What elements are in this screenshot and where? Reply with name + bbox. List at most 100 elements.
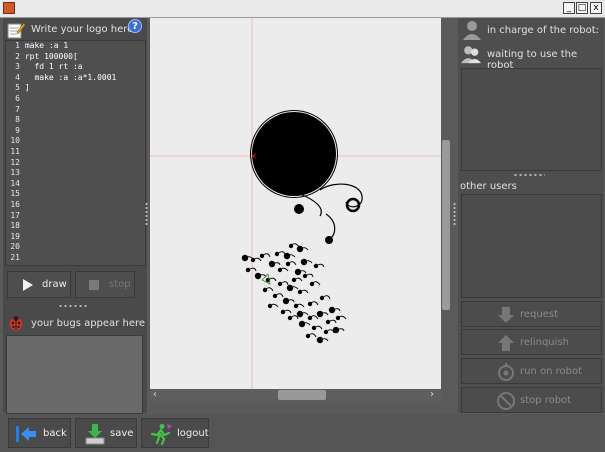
waiting-users-list	[461, 68, 602, 171]
code-line[interactable]: 8	[6, 115, 145, 126]
play-icon	[23, 279, 33, 291]
line-number: 16	[10, 199, 20, 209]
line-number: 4	[15, 72, 20, 82]
bugs-label: your bugs appear here	[31, 318, 146, 329]
line-number: 2	[15, 51, 20, 61]
scroll-left-arrow-icon[interactable]: ‹	[153, 389, 157, 400]
help-icon[interactable]: ?	[128, 19, 142, 33]
line-number: 11	[10, 146, 20, 156]
stop-robot-button[interactable]: stop robot	[461, 387, 602, 413]
users-group-icon	[460, 46, 482, 64]
line-number: 13	[10, 168, 20, 178]
back-button[interactable]: back	[8, 418, 71, 448]
code-line[interactable]: 6	[6, 94, 145, 105]
logout-label: logout	[177, 428, 209, 439]
logout-button[interactable]: logout	[141, 418, 209, 448]
code-line[interactable]: 9	[6, 126, 145, 137]
left-splitter-grip[interactable]	[145, 202, 148, 227]
stop-label: stop	[109, 279, 131, 290]
code-text: make :a 1	[20, 41, 69, 50]
up-arrow-icon	[498, 335, 514, 351]
draw-button[interactable]: draw	[7, 271, 71, 298]
line-number: 5	[15, 83, 20, 93]
minimize-button[interactable]: _	[563, 2, 575, 14]
code-line[interactable]: 10	[6, 136, 145, 147]
split-grip[interactable]	[58, 304, 88, 308]
turtle-cursor	[261, 273, 271, 285]
request-label: request	[520, 309, 559, 320]
code-line[interactable]: 3 fd 1 rt :a	[6, 62, 145, 73]
turtle-drawing: ×	[150, 18, 441, 390]
stop-button[interactable]: stop	[75, 271, 135, 298]
code-line[interactable]: 20	[6, 242, 145, 253]
spiral-arm	[299, 193, 322, 217]
horizontal-scroll-thumb[interactable]	[278, 390, 326, 400]
notepad-pencil-icon	[7, 22, 25, 39]
line-number: 6	[15, 93, 20, 103]
vertical-scroll-thumb[interactable]	[442, 140, 450, 310]
line-number: 15	[10, 189, 20, 199]
save-button[interactable]: save	[75, 418, 137, 448]
close-button[interactable]: x	[590, 2, 602, 14]
draw-label: draw	[42, 279, 67, 290]
right-splitter-grip[interactable]	[453, 202, 456, 227]
line-number: 20	[10, 242, 20, 252]
spiral-arm	[319, 183, 363, 208]
save-tray-icon	[85, 424, 105, 445]
code-line[interactable]: 7	[6, 105, 145, 116]
right-split-grip[interactable]	[513, 173, 545, 177]
code-line[interactable]: 5 ]	[6, 83, 145, 94]
code-line[interactable]: 11	[6, 147, 145, 158]
code-text: fd 1 rt :a	[20, 62, 83, 72]
code-line[interactable]: 15	[6, 189, 145, 200]
running-man-icon	[150, 424, 172, 445]
back-arrow-icon	[16, 426, 36, 442]
down-arrow-icon	[498, 307, 514, 323]
code-editor[interactable]: 1 make :a 12 rpt 100000[3 fd 1 rt :a 4 ma…	[5, 40, 146, 266]
editor-title: Write your logo here	[31, 24, 134, 35]
line-number: 8	[15, 115, 20, 125]
code-text: make :a :a*1.0001	[20, 72, 117, 82]
code-text: rpt 100000[	[20, 51, 78, 61]
maximize-button[interactable]: □	[576, 2, 588, 14]
code-line[interactable]: 1 make :a 1	[6, 41, 145, 52]
curl	[294, 204, 304, 214]
code-line[interactable]: 13	[6, 168, 145, 179]
request-button[interactable]: request	[461, 301, 602, 327]
spiral-disc	[252, 112, 336, 196]
save-label: save	[110, 428, 134, 439]
curl	[345, 197, 361, 213]
line-number: 14	[10, 178, 20, 188]
code-line[interactable]: 12	[6, 158, 145, 169]
code-line[interactable]: 16	[6, 200, 145, 211]
line-number: 17	[10, 210, 20, 220]
line-number: 1	[15, 41, 20, 50]
other-users-label: other users	[460, 181, 517, 192]
stop-icon	[89, 280, 99, 290]
code-line[interactable]: 17	[6, 211, 145, 222]
scroll-right-arrow-icon[interactable]: ›	[430, 389, 434, 400]
code-line[interactable]: 21	[6, 253, 145, 264]
spiral-arm	[325, 213, 336, 241]
drawing-canvas[interactable]: ×	[150, 18, 441, 390]
relinquish-button[interactable]: relinquish	[461, 329, 602, 355]
code-line[interactable]: 2 rpt 100000[	[6, 52, 145, 63]
code-line[interactable]: 14	[6, 179, 145, 190]
code-line[interactable]: 4 make :a :a*1.0001	[6, 73, 145, 84]
code-text: ]	[20, 83, 30, 93]
run-on-robot-button[interactable]: run on robot	[461, 358, 602, 384]
relinquish-label: relinquish	[520, 337, 569, 348]
code-line[interactable]: 19	[6, 232, 145, 243]
code-line[interactable]: 18	[6, 221, 145, 232]
line-number: 21	[10, 252, 20, 262]
